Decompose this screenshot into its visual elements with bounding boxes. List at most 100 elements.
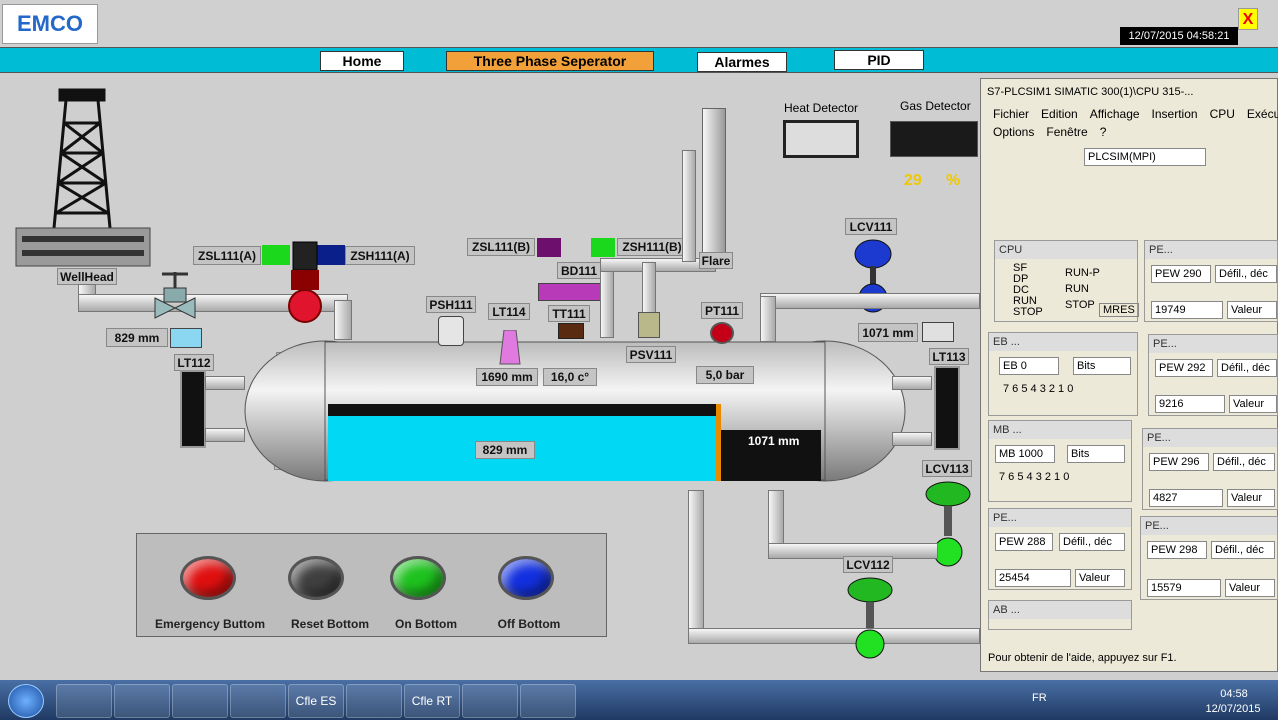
pe292-unit[interactable]: Valeur: [1229, 395, 1277, 413]
close-button[interactable]: X: [1238, 8, 1258, 30]
eb-address-field[interactable]: EB 0: [999, 357, 1059, 375]
menu-execution[interactable]: Exécutio: [1247, 107, 1278, 121]
menu-insertion[interactable]: Insertion: [1152, 107, 1198, 121]
gas-detector-label: Gas Detector: [900, 99, 971, 113]
pe298-mode[interactable]: Défil., déc: [1211, 541, 1275, 559]
water-level-readout: 829 mm: [475, 441, 535, 459]
level-transmitter-icon: [922, 322, 954, 342]
zsl111b-label: ZSL111(B): [467, 238, 535, 256]
nozzle: [205, 428, 245, 442]
language-indicator[interactable]: FR: [1032, 692, 1047, 704]
mres-button[interactable]: MRES: [1099, 303, 1139, 317]
nozzle: [205, 376, 245, 390]
pe290-unit[interactable]: Valeur: [1227, 301, 1277, 319]
menu-fichier[interactable]: Fichier: [993, 107, 1029, 121]
lcv111-label: LCV111: [845, 218, 897, 235]
pe290-value[interactable]: 19749: [1151, 301, 1223, 319]
connection-select[interactable]: PLCSIM(MPI): [1084, 148, 1206, 166]
clock-time[interactable]: 04:58: [1204, 688, 1264, 700]
nav-home[interactable]: Home: [320, 51, 404, 71]
zsl111b-indicator: [537, 238, 561, 257]
lt113-gauge: [934, 366, 960, 450]
menu-edition[interactable]: Edition: [1041, 107, 1078, 121]
taskbar-c-icon[interactable]: [462, 684, 518, 718]
menu-options[interactable]: Options: [993, 125, 1034, 139]
pe292-address[interactable]: PEW 292: [1155, 359, 1213, 377]
pressure-switch-icon: [438, 316, 464, 346]
taskbar-media-icon[interactable]: [114, 684, 170, 718]
emergency-button[interactable]: [180, 556, 236, 600]
pe298-unit[interactable]: Valeur: [1225, 579, 1275, 597]
zsl111a-label: ZSL111(A): [193, 246, 261, 265]
pe290-address[interactable]: PEW 290: [1151, 265, 1211, 283]
on-button[interactable]: [390, 556, 446, 600]
pe288-mode[interactable]: Défil., déc: [1059, 533, 1125, 551]
pipe: [600, 262, 614, 338]
off-button[interactable]: [498, 556, 554, 600]
temperature-transmitter-icon: [558, 323, 584, 339]
taskbar-cflex-es-icon[interactable]: Cfle ES: [288, 684, 344, 718]
mb-address-field[interactable]: MB 1000: [995, 445, 1055, 463]
level-left-readout: 829 mm: [106, 328, 168, 347]
pe290-mode[interactable]: Défil., déc: [1215, 265, 1277, 283]
menu-help[interactable]: ?: [1100, 125, 1107, 139]
eb-panel: EB ... EB 0 Bits 7 6 5 4 3 2 1 0: [988, 332, 1138, 416]
pe288-title: PE...: [993, 512, 1017, 524]
mb-format-select[interactable]: Bits: [1067, 445, 1125, 463]
ab-panel: AB ...: [988, 600, 1132, 630]
pe292-mode[interactable]: Défil., déc: [1217, 359, 1277, 377]
taskbar-explorer-icon[interactable]: [56, 684, 112, 718]
pe298-address[interactable]: PEW 298: [1147, 541, 1207, 559]
taskbar-c2-icon[interactable]: [520, 684, 576, 718]
eb-format-select[interactable]: Bits: [1073, 357, 1131, 375]
taskbar-app-icon[interactable]: [230, 684, 286, 718]
mode-run-p[interactable]: RUN-P: [1065, 265, 1100, 281]
taskbar-chrome-icon[interactable]: [172, 684, 228, 718]
nav-pid[interactable]: PID: [834, 50, 924, 70]
pe288-value[interactable]: 25454: [995, 569, 1071, 587]
pe288-address[interactable]: PEW 288: [995, 533, 1053, 551]
pe296-unit[interactable]: Valeur: [1227, 489, 1275, 507]
pressure-transmitter-icon: [710, 322, 734, 344]
pe296-value[interactable]: 4827: [1149, 489, 1223, 507]
menu-cpu[interactable]: CPU: [1210, 107, 1235, 121]
pipe: [760, 293, 980, 309]
nav-alarmes[interactable]: Alarmes: [697, 52, 787, 72]
shutdown-valve-icon: [288, 241, 322, 323]
reset-button[interactable]: [288, 556, 344, 600]
pe288-unit[interactable]: Valeur: [1075, 569, 1125, 587]
pe290-panel: PE... PEW 290 Défil., déc 19749 Valeur: [1144, 240, 1278, 322]
lt112-gauge: [180, 370, 206, 448]
blowdown-valve-icon: [538, 283, 604, 301]
menu-affichage[interactable]: Affichage: [1090, 107, 1140, 121]
nav-three-phase-separator[interactable]: Three Phase Seperator: [446, 51, 654, 71]
psv111-label: PSV111: [626, 346, 676, 363]
pe290-title: PE...: [1149, 244, 1173, 256]
gas-value: 29: [904, 172, 922, 189]
eb-bits-labels: 7 6 5 4 3 2 1 0: [1003, 383, 1074, 395]
eb-panel-title: EB ...: [993, 336, 1020, 348]
menu-fenetre[interactable]: Fenêtre: [1046, 125, 1087, 139]
clock-date[interactable]: 12/07/2015: [1200, 703, 1266, 715]
flare-stack: [702, 108, 726, 256]
pe296-address[interactable]: PEW 296: [1149, 453, 1209, 471]
psv-icon: [638, 312, 660, 338]
cpu-leds: SF DP DC RUN STOP: [1013, 263, 1043, 318]
start-button-icon[interactable]: [8, 684, 44, 718]
pe298-value[interactable]: 15579: [1147, 579, 1221, 597]
taskbar-cflex-rt-icon[interactable]: Cfle RT: [404, 684, 460, 718]
mode-run[interactable]: RUN: [1065, 281, 1100, 297]
pe288-panel: PE... PEW 288 Défil., déc 25454 Valeur: [988, 508, 1132, 590]
separator-vessel: [244, 340, 906, 482]
pe296-mode[interactable]: Défil., déc: [1213, 453, 1275, 471]
pe298-panel: PE... PEW 298 Défil., déc 15579 Valeur: [1140, 516, 1278, 600]
lt114-readout: 1690 mm: [476, 368, 538, 386]
oil-level-readout: 1071 mm: [748, 434, 800, 448]
ab-panel-title: AB ...: [993, 604, 1020, 616]
pe292-value[interactable]: 9216: [1155, 395, 1225, 413]
plcsim-status-bar: Pour obtenir de l'aide, appuyez sur F1.: [988, 652, 1177, 664]
zsh111b-indicator: [591, 238, 615, 257]
taskbar-tool-icon[interactable]: [346, 684, 402, 718]
level-right-readout: 1071 mm: [858, 323, 918, 342]
mode-stop[interactable]: STOP: [1065, 297, 1100, 313]
